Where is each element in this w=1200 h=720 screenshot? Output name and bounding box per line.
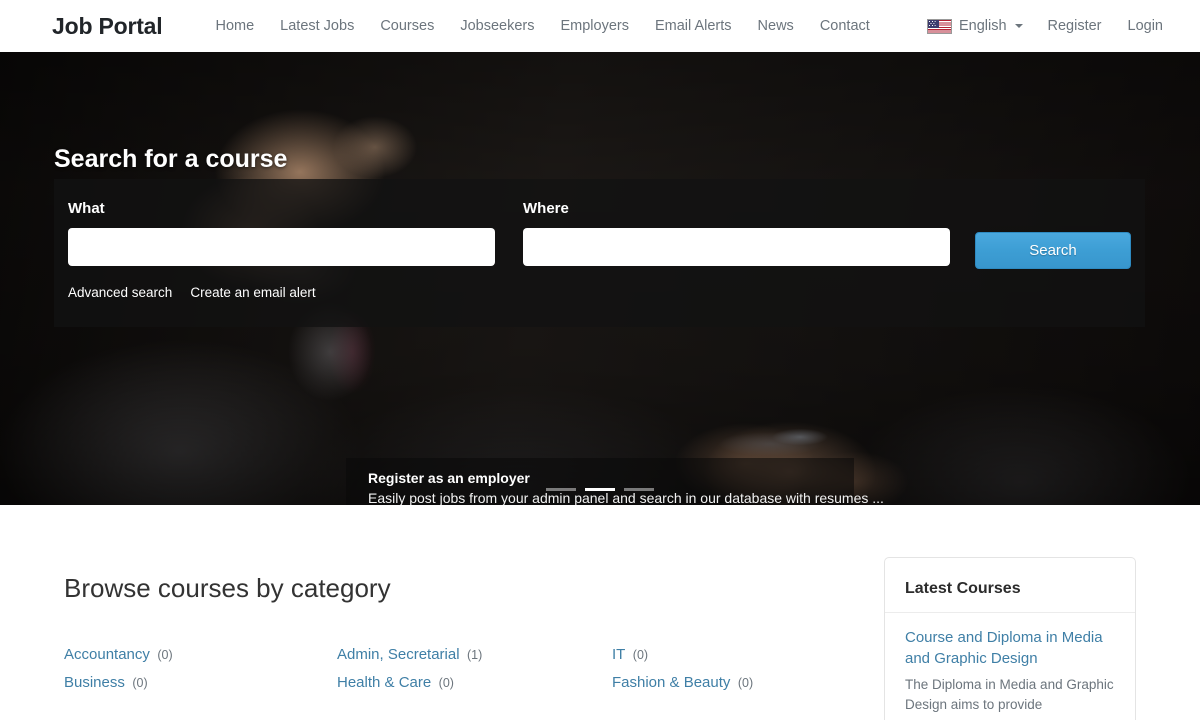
category-item: Health & Care (0) bbox=[337, 670, 612, 698]
search-button[interactable]: Search bbox=[975, 232, 1131, 269]
search-what-input[interactable] bbox=[68, 228, 495, 266]
category-column-1: Accountancy (0) Business (0) bbox=[64, 642, 337, 697]
categories-section: Browse courses by category Accountancy (… bbox=[64, 505, 884, 720]
nav-item-contact[interactable]: Contact bbox=[807, 10, 883, 42]
where-label: Where bbox=[523, 200, 569, 217]
carousel-indicator-3[interactable] bbox=[624, 488, 654, 491]
category-count: (1) bbox=[467, 648, 483, 662]
category-link-business[interactable]: Business bbox=[64, 674, 125, 691]
us-flag-icon bbox=[926, 18, 952, 34]
carousel-indicators bbox=[0, 488, 1200, 491]
category-item: Fashion & Beauty (0) bbox=[612, 670, 884, 698]
hero-title: Search for a course bbox=[54, 145, 288, 173]
sidebar: Latest Courses Course and Diploma in Med… bbox=[884, 505, 1136, 720]
create-email-alert-link[interactable]: Create an email alert bbox=[190, 285, 315, 300]
latest-course-link[interactable]: Course and Diploma in Media and Graphic … bbox=[905, 627, 1115, 670]
category-link-admin-secretarial[interactable]: Admin, Secretarial bbox=[337, 646, 460, 663]
category-item: IT (0) bbox=[612, 642, 884, 670]
search-sub-links: Advanced search Create an email alert bbox=[68, 285, 316, 300]
nav-right-group: English Register Login bbox=[915, 10, 1176, 42]
carousel-caption: Register as an employer Easily post jobs… bbox=[346, 458, 884, 505]
search-where-input[interactable] bbox=[523, 228, 950, 266]
carousel-indicator-1[interactable] bbox=[546, 488, 576, 491]
login-link[interactable]: Login bbox=[1115, 10, 1176, 42]
nav-item-courses[interactable]: Courses bbox=[367, 10, 447, 42]
category-link-fashion-beauty[interactable]: Fashion & Beauty bbox=[612, 674, 730, 691]
carousel-indicator-2[interactable] bbox=[585, 488, 615, 491]
chevron-down-icon bbox=[1014, 24, 1023, 28]
latest-course-item: Course and Diploma in Media and Graphic … bbox=[905, 627, 1115, 715]
category-item: Accountancy (0) bbox=[64, 642, 337, 670]
search-panel: What Where Search Advanced search Create… bbox=[54, 179, 1145, 327]
hero-carousel: Search for a course What Where Search Ad… bbox=[0, 52, 1200, 505]
register-link[interactable]: Register bbox=[1035, 10, 1115, 42]
category-grid: Accountancy (0) Business (0) Admin, Secr… bbox=[64, 642, 884, 697]
category-count: (0) bbox=[132, 675, 148, 690]
categories-title: Browse courses by category bbox=[64, 573, 391, 603]
nav-item-home[interactable]: Home bbox=[202, 10, 267, 42]
language-selector[interactable]: English bbox=[915, 10, 1035, 42]
category-link-accountancy[interactable]: Accountancy bbox=[64, 646, 150, 663]
site-brand[interactable]: Job Portal bbox=[52, 13, 163, 40]
latest-courses-card: Latest Courses Course and Diploma in Med… bbox=[884, 557, 1136, 720]
what-field-group: What bbox=[68, 200, 495, 266]
category-item: Business (0) bbox=[64, 670, 337, 698]
nav-item-employers[interactable]: Employers bbox=[547, 10, 642, 42]
latest-courses-title: Latest Courses bbox=[905, 580, 1021, 597]
where-field-group: Where bbox=[523, 200, 950, 266]
nav-item-news[interactable]: News bbox=[745, 10, 807, 42]
nav-item-email-alerts[interactable]: Email Alerts bbox=[642, 10, 745, 42]
advanced-search-link[interactable]: Advanced search bbox=[68, 285, 172, 300]
primary-nav: Home Latest Jobs Courses Jobseekers Empl… bbox=[202, 10, 882, 42]
main-content: Browse courses by category Accountancy (… bbox=[0, 505, 1200, 720]
top-navbar: Job Portal Home Latest Jobs Courses Jobs… bbox=[0, 0, 1200, 52]
category-count: (0) bbox=[438, 675, 454, 690]
category-column-2: Admin, Secretarial (1) Health & Care (0) bbox=[337, 642, 612, 697]
card-divider bbox=[885, 612, 1135, 613]
category-count: (0) bbox=[157, 648, 173, 662]
category-count: (0) bbox=[737, 675, 754, 690]
category-column-3: IT (0) Fashion & Beauty (0) bbox=[612, 642, 884, 697]
latest-course-description: The Diploma in Media and Graphic Design … bbox=[905, 676, 1114, 712]
carousel-caption-title: Register as an employer bbox=[368, 470, 530, 486]
language-label: English bbox=[958, 18, 1007, 34]
category-link-health-care[interactable]: Health & Care bbox=[337, 674, 431, 691]
category-item: Admin, Secretarial (1) bbox=[337, 642, 612, 670]
nav-item-latest-jobs[interactable]: Latest Jobs bbox=[267, 10, 367, 42]
carousel-caption-text: Easily post jobs from your admin panel a… bbox=[368, 490, 884, 505]
category-link-it[interactable]: IT bbox=[612, 646, 625, 663]
category-count: (0) bbox=[632, 648, 649, 662]
nav-item-jobseekers[interactable]: Jobseekers bbox=[447, 10, 547, 42]
what-label: What bbox=[68, 200, 105, 217]
